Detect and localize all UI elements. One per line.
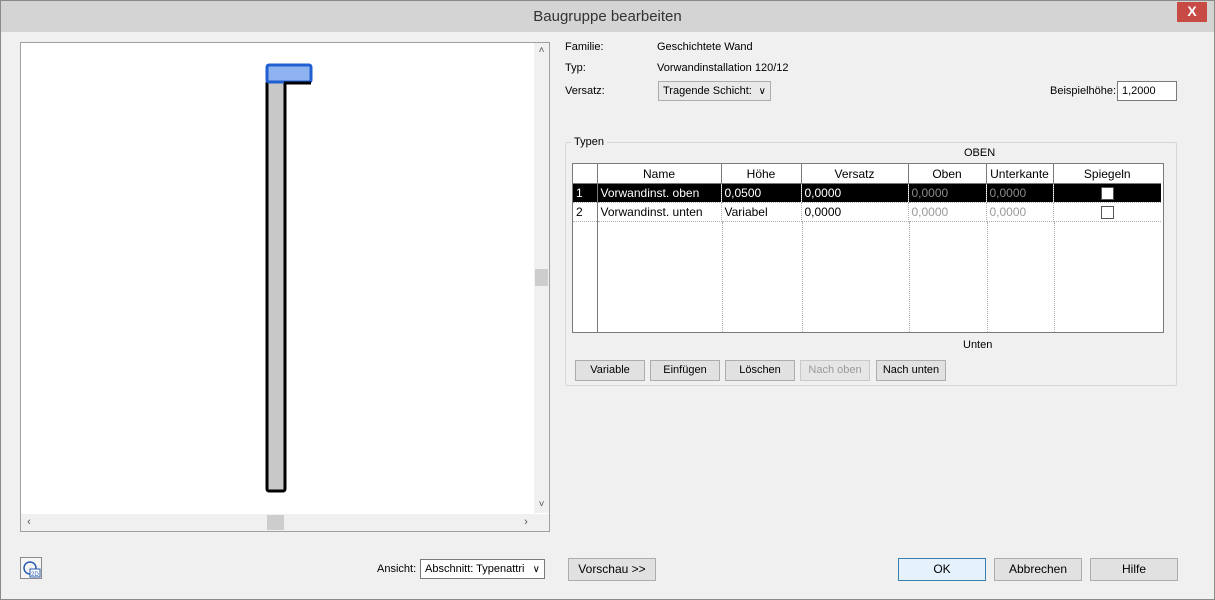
ansicht-dropdown-value: Abschnitt: Typenattri (425, 563, 525, 575)
beispielhoehe-label: Beispielhöhe: (1050, 85, 1117, 97)
cell-oben: 0,0000 (908, 202, 987, 222)
scroll-corner (534, 514, 549, 531)
ansicht-label: Ansicht: (377, 563, 417, 575)
cell-oben: 0,0000 (908, 183, 987, 203)
abbrechen-button[interactable]: Abbrechen (994, 558, 1082, 581)
variable-button[interactable]: Variable (575, 360, 645, 381)
preview-canvas[interactable]: ˄ ˅ ‹ › (20, 42, 550, 532)
types-legend: Typen (574, 136, 604, 148)
typ-label: Typ: (565, 62, 586, 74)
wall-lower-part (265, 79, 287, 493)
cell-spiegeln (1053, 202, 1161, 222)
versatz-dropdown[interactable]: Tragende Schicht: ∨ (658, 81, 771, 101)
scroll-left-icon[interactable]: ‹ (21, 514, 37, 531)
cell-versatz[interactable]: 0,0000 (801, 202, 909, 222)
view-2d-icon[interactable]: 2D (20, 557, 42, 579)
vorschau-button[interactable]: Vorschau >> (568, 558, 656, 581)
ansicht-dropdown[interactable]: Abschnitt: Typenattri ∨ (420, 559, 545, 579)
column-header-unterkante[interactable]: Unterkante (986, 164, 1054, 184)
familie-label: Familie: (565, 41, 604, 53)
row-number[interactable]: 1 (573, 183, 598, 203)
column-header-oben[interactable]: Oben (908, 164, 987, 184)
table-empty-area (573, 222, 1163, 332)
cell-hoehe[interactable]: Variabel (721, 202, 802, 222)
loeschen-button[interactable]: Löschen (725, 360, 795, 381)
bottom-label: Unten (963, 339, 993, 351)
top-label: OBEN (964, 147, 996, 159)
svg-text:2D: 2D (31, 572, 39, 578)
cell-name[interactable]: Vorwandinst. oben (597, 183, 722, 203)
window-title: Baugruppe bearbeiten (533, 8, 682, 25)
beispielhoehe-input[interactable]: 1,2000 (1117, 81, 1177, 101)
versatz-dropdown-value: Tragende Schicht: (663, 85, 752, 97)
nach-unten-button[interactable]: Nach unten (876, 360, 946, 381)
types-table[interactable]: Name Höhe Versatz Oben Unterkante Spiege… (572, 163, 1164, 333)
scroll-right-icon[interactable]: › (518, 514, 534, 531)
title-bar[interactable]: Baugruppe bearbeiten X (1, 1, 1214, 32)
scroll-down-icon[interactable]: ˅ (534, 497, 549, 513)
versatz-label: Versatz: (565, 85, 605, 97)
column-header-rownum (573, 164, 598, 184)
ok-button[interactable]: OK (898, 558, 986, 581)
wall-upper-part-selected[interactable] (265, 63, 313, 84)
column-header-versatz[interactable]: Versatz (801, 164, 909, 184)
preview-horizontal-scrollbar[interactable]: ‹ › (21, 514, 534, 531)
preview-drawing (265, 63, 313, 493)
dialog-window: Baugruppe bearbeiten X ˄ ˅ ‹ › Familie: … (0, 0, 1215, 600)
horizontal-scroll-thumb[interactable] (267, 515, 284, 530)
spiegeln-checkbox[interactable] (1100, 206, 1114, 220)
chevron-down-icon: ∨ (532, 564, 540, 575)
column-header-name[interactable]: Name (597, 164, 722, 184)
table-row[interactable]: 2 Vorwandinst. unten Variabel 0,0000 0,0… (573, 202, 1161, 222)
cell-name[interactable]: Vorwandinst. unten (597, 202, 722, 222)
chevron-down-icon: ∨ (758, 86, 766, 97)
nach-oben-button[interactable]: Nach oben (800, 360, 870, 381)
dialog-client: ˄ ˅ ‹ › Familie: Geschichtete Wand Typ: … (8, 32, 1207, 592)
hilfe-button[interactable]: Hilfe (1090, 558, 1178, 581)
familie-value: Geschichtete Wand (657, 41, 753, 53)
row-number[interactable]: 2 (573, 202, 598, 222)
cell-unterkante: 0,0000 (986, 202, 1054, 222)
close-button[interactable]: X (1177, 2, 1207, 22)
cell-unterkante: 0,0000 (986, 183, 1054, 203)
column-header-spiegeln[interactable]: Spiegeln (1053, 164, 1161, 184)
cell-spiegeln (1053, 183, 1161, 203)
table-row[interactable]: 1 Vorwandinst. oben 0,0500 0,0000 0,0000… (573, 183, 1161, 203)
spiegeln-checkbox[interactable] (1100, 187, 1114, 201)
table-header-row: Name Höhe Versatz Oben Unterkante Spiege… (573, 164, 1161, 184)
scroll-up-icon[interactable]: ˄ (534, 43, 549, 59)
cell-hoehe[interactable]: 0,0500 (721, 183, 802, 203)
vertical-scroll-thumb[interactable] (535, 269, 548, 286)
types-table-grid: Name Höhe Versatz Oben Unterkante Spiege… (573, 164, 1161, 222)
preview-vertical-scrollbar[interactable]: ˄ ˅ (534, 43, 549, 513)
typ-value: Vorwandinstallation 120/12 (657, 62, 789, 74)
einfuegen-button[interactable]: Einfügen (650, 360, 720, 381)
column-header-hoehe[interactable]: Höhe (721, 164, 802, 184)
cell-versatz[interactable]: 0,0000 (801, 183, 909, 203)
view-2d-glyph: 2D (23, 561, 41, 578)
